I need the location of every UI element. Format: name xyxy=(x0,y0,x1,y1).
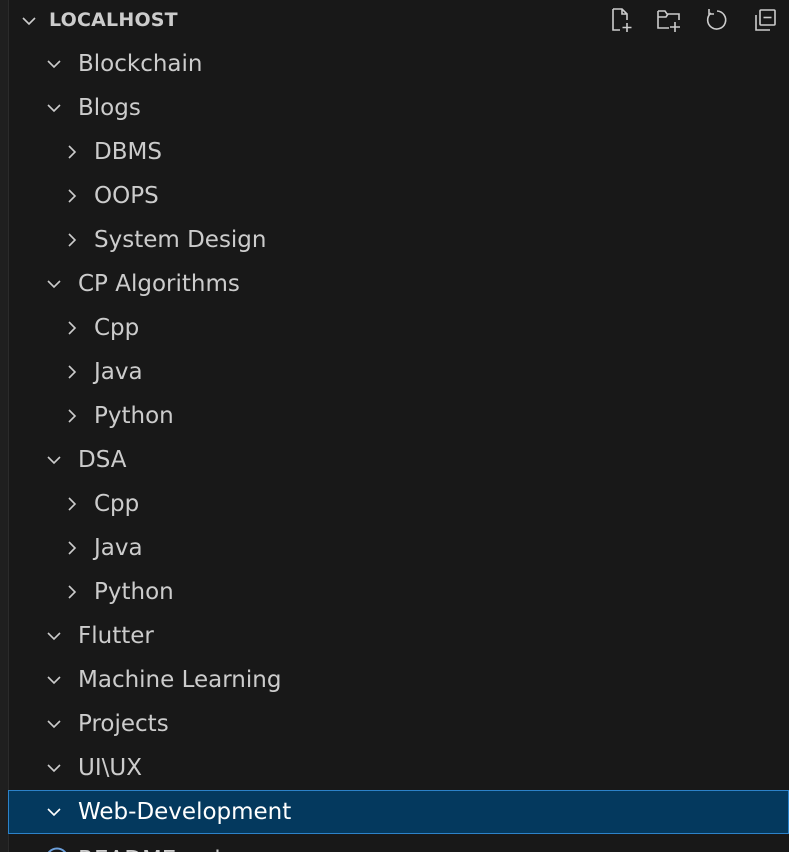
chevron-down-icon xyxy=(47,632,61,641)
tree-row-label: Blogs xyxy=(78,95,141,121)
new-folder-button[interactable] xyxy=(645,0,693,40)
chevron-right-icon xyxy=(68,189,77,203)
tree-row-oops[interactable]: OOPS xyxy=(8,174,789,218)
section-title: LOCALHOST xyxy=(49,9,178,31)
chevron-down-icon xyxy=(47,764,61,773)
tree-row-label: Python xyxy=(94,579,174,605)
refresh-button[interactable] xyxy=(693,0,741,40)
tree-row-label: Flutter xyxy=(78,623,154,649)
new-file-button[interactable] xyxy=(597,0,645,40)
info-icon xyxy=(47,847,67,852)
chevron-right-icon xyxy=(68,145,77,159)
chevron-right-icon xyxy=(68,409,77,423)
tree-row-python[interactable]: Python xyxy=(8,570,789,614)
tree-row-label: Blockchain xyxy=(78,51,203,77)
chevron-down-icon xyxy=(47,720,61,729)
tree-row-label: Python xyxy=(94,403,174,429)
tree-row-web-development[interactable]: Web-Development xyxy=(8,790,789,834)
tree-row-cpp[interactable]: Cpp xyxy=(8,306,789,350)
tree-row-ui-ux[interactable]: UI\UX xyxy=(8,746,789,790)
tree-row-dsa[interactable]: DSA xyxy=(8,438,789,482)
tree-row-java[interactable]: Java xyxy=(8,526,789,570)
new-folder-icon xyxy=(657,10,680,32)
localhost-section-header[interactable]: LOCALHOST xyxy=(8,0,789,40)
explorer-panel: LOCALHOST Blockchain Blogs DBMS OOPS Sys… xyxy=(0,0,789,852)
tree-row-readme[interactable]: README.md xyxy=(8,838,789,852)
chevron-right-icon xyxy=(68,365,77,379)
tree-row-label: Java xyxy=(94,535,143,561)
chevron-down-icon xyxy=(47,60,61,69)
tree-row-blogs[interactable]: Blogs xyxy=(8,86,789,130)
tree-row-flutter[interactable]: Flutter xyxy=(8,614,789,658)
tree-row-label: Cpp xyxy=(94,491,140,517)
tree-row-label: Projects xyxy=(78,711,169,737)
refresh-icon xyxy=(706,9,727,30)
tree-row-label: CP Algorithms xyxy=(78,271,240,297)
tree-row-projects[interactable]: Projects xyxy=(8,702,789,746)
readme-label: README.md xyxy=(78,838,221,852)
tree-row-label: DSA xyxy=(78,447,127,473)
tree-row-label: Cpp xyxy=(94,315,140,341)
collapse-all-button[interactable] xyxy=(741,0,789,40)
tree-row-label: Machine Learning xyxy=(78,667,282,693)
chevron-down-icon xyxy=(47,456,61,465)
chevron-right-icon xyxy=(68,585,77,599)
chevron-down-icon xyxy=(47,104,61,113)
new-file-icon xyxy=(612,8,632,32)
tree-row-python[interactable]: Python xyxy=(8,394,789,438)
tree-row-dbms[interactable]: DBMS xyxy=(8,130,789,174)
section-actions xyxy=(597,0,789,40)
tree-row-machine-learning[interactable]: Machine Learning xyxy=(8,658,789,702)
chevron-down-icon xyxy=(47,676,61,685)
tree-row-java[interactable]: Java xyxy=(8,350,789,394)
chevron-down-icon xyxy=(47,280,61,289)
tree-row-label: DBMS xyxy=(94,139,162,165)
tree-row-label: Web-Development xyxy=(78,799,292,825)
tree-row-system-design[interactable]: System Design xyxy=(8,218,789,262)
chevron-right-icon xyxy=(68,321,77,335)
tree-row-label: Java xyxy=(94,359,143,385)
chevron-down-icon xyxy=(47,808,61,817)
tree-row-blockchain[interactable]: Blockchain xyxy=(8,42,789,86)
chevron-right-icon xyxy=(68,497,77,511)
collapse-all-icon xyxy=(755,9,776,31)
tree-row-label: UI\UX xyxy=(78,755,142,781)
chevron-right-icon xyxy=(68,541,77,555)
tree-row-label: System Design xyxy=(94,227,267,253)
chevron-down-icon[interactable] xyxy=(20,12,38,30)
folder-tree: Blockchain Blogs DBMS OOPS System Design CP A… xyxy=(8,42,789,834)
chevron-right-icon xyxy=(68,233,77,247)
tree-row-cpp[interactable]: Cpp xyxy=(8,482,789,526)
tree-row-cp-algorithms[interactable]: CP Algorithms xyxy=(8,262,789,306)
tree-row-label: OOPS xyxy=(94,183,159,209)
